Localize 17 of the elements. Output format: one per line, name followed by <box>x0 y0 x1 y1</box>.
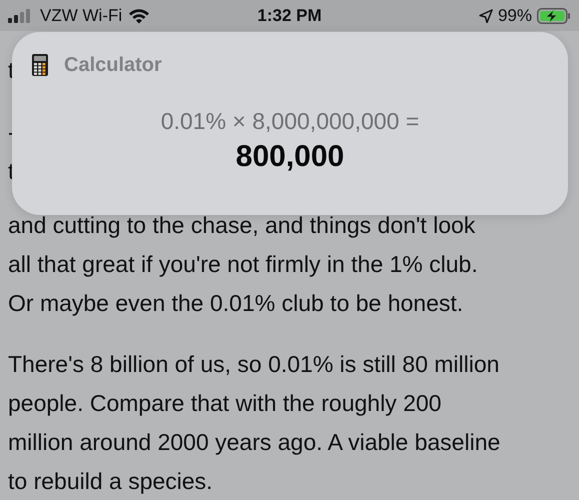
article-text-line: people. Compare that with the roughly 200 <box>8 389 442 418</box>
wifi-icon <box>128 8 150 24</box>
article-text-line: There's 8 billion of us, so 0.01% is still 80 million <box>8 350 500 379</box>
article-text-line: million around 2000 years ago. A viable baseline <box>8 428 500 457</box>
article-text-line: and cutting to the chase, and things don't look <box>8 211 476 240</box>
calculation-result: 800,000 <box>236 138 344 174</box>
location-arrow-icon <box>478 8 493 22</box>
clock-time: 1:32 PM <box>257 4 322 27</box>
charging-battery-icon <box>537 8 571 24</box>
app-name: Calculator <box>64 53 162 78</box>
battery-percent: 99% <box>498 4 532 27</box>
calculation-expression: 0.01% × 8,000,000,000 = <box>160 106 420 136</box>
calculator-icon <box>32 54 48 76</box>
article-text-line: Or maybe even the 0.01% club to be honest. <box>8 289 464 318</box>
article-text-line: all that great if you're not firmly in the 1% club. <box>8 250 478 279</box>
carrier-label: VZW Wi-Fi <box>40 4 122 27</box>
article-text-line: to rebuild a species. <box>8 467 213 496</box>
